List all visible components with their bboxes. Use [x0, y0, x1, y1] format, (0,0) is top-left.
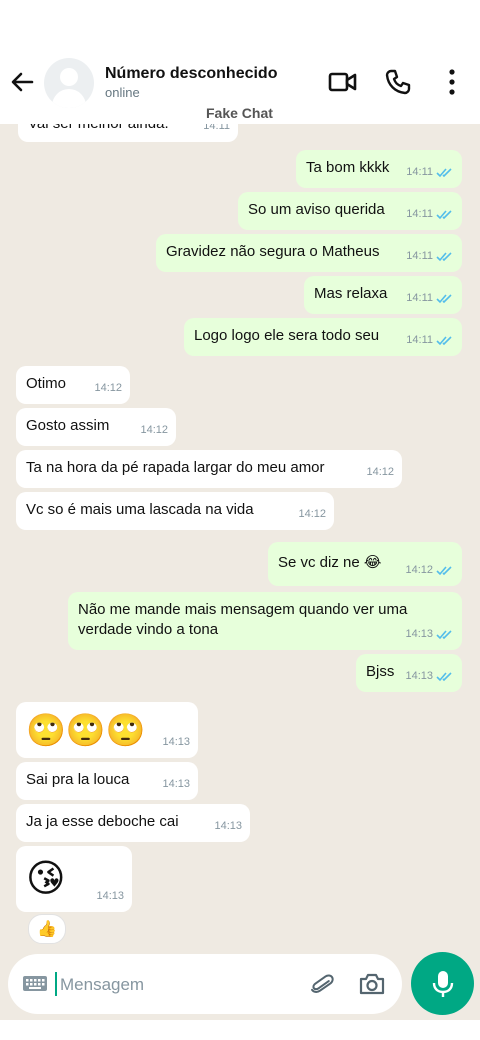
message-outgoing[interactable]: So um aviso querida 14:11 — [238, 192, 462, 230]
message-incoming[interactable]: Ja ja esse deboche cai 14:13 — [16, 804, 250, 842]
message-incoming[interactable]: Gosto assim 14:12 — [16, 408, 176, 446]
message-time: 14:12 — [94, 382, 122, 394]
mic-button[interactable] — [411, 952, 474, 1015]
composer: Mensagem — [0, 946, 480, 1026]
message-outgoing[interactable]: Ta bom kkkk 14:11 — [296, 150, 462, 188]
read-ticks-icon — [436, 251, 452, 261]
fake-chat-watermark: Fake Chat — [206, 105, 273, 121]
message-text: Gravidez não segura o Matheus — [166, 243, 380, 260]
keyboard-icon[interactable] — [22, 974, 48, 994]
message-emoji: 🙄🙄🙄 — [26, 711, 146, 749]
read-ticks-icon — [436, 293, 452, 303]
message-text: Ja ja esse deboche cai — [26, 813, 179, 830]
read-ticks-icon — [436, 565, 452, 575]
message-outgoing[interactable]: Logo logo ele sera todo seu 14:11 — [184, 318, 462, 356]
message-incoming[interactable]: 😘 14:13 — [16, 846, 132, 912]
message-text: Mas relaxa — [314, 285, 388, 302]
message-outgoing[interactable]: Se vc diz ne 😂 14:12 — [268, 542, 462, 586]
message-incoming[interactable]: 🙄🙄🙄 14:13 — [16, 702, 198, 758]
message-text: Vc so é mais uma lascada na vida — [26, 501, 254, 518]
message-time: 14:13 — [405, 670, 433, 682]
message-text-line2: verdade vindo a tona — [78, 621, 219, 638]
message-outgoing[interactable]: Bjss 14:13 — [356, 654, 462, 692]
message-time: 14:11 — [406, 292, 433, 304]
camera-icon[interactable] — [358, 971, 386, 997]
message-input[interactable]: Mensagem — [8, 954, 402, 1014]
message-time: 14:12 — [405, 564, 433, 576]
message-time: 14:11 — [203, 124, 230, 132]
message-incoming[interactable]: Otimo 14:12 — [16, 366, 130, 404]
message-text: Otimo — [26, 375, 67, 392]
message-incoming[interactable]: Vai ser melhor ainda. 14:11 — [18, 124, 238, 142]
system-nav-area — [0, 1020, 480, 1040]
message-incoming[interactable]: Ta na hora da pé rapada largar do meu am… — [16, 450, 402, 488]
back-arrow-icon[interactable] — [8, 66, 36, 98]
message-time: 14:12 — [366, 466, 394, 478]
message-text: Gosto assim — [26, 417, 110, 434]
avatar[interactable] — [44, 58, 94, 108]
read-ticks-icon — [436, 671, 452, 681]
message-time: 14:13 — [405, 628, 433, 640]
message-time: 14:13 — [162, 778, 190, 790]
message-time: 14:11 — [406, 250, 433, 262]
message-text: Ta bom kkkk — [306, 159, 390, 176]
message-time: 14:11 — [406, 166, 433, 178]
message-text: Vai ser melhor ainda. — [28, 124, 169, 132]
message-time: 14:12 — [298, 508, 326, 520]
message-text: Sai pra la louca — [26, 771, 130, 788]
message-list: Vai ser melhor ainda. 14:11 Ta bom kkkk … — [0, 124, 480, 1020]
mic-icon — [432, 971, 454, 997]
reaction-badge[interactable]: 👍 — [28, 914, 66, 944]
message-emoji: 😘 — [26, 856, 66, 900]
message-text: Se vc diz ne 😂 — [278, 554, 382, 571]
contact-name[interactable]: Número desconhecido — [105, 65, 277, 83]
message-time: 14:11 — [406, 334, 433, 346]
message-outgoing[interactable]: Gravidez não segura o Matheus 14:11 — [156, 234, 462, 272]
message-outgoing[interactable]: Não me mande mais mensagem quando ver um… — [68, 592, 462, 650]
message-incoming[interactable]: Sai pra la louca 14:13 — [16, 762, 198, 800]
message-incoming[interactable]: Vc so é mais uma lascada na vida 14:12 — [16, 492, 334, 530]
message-text: Bjss — [366, 663, 395, 680]
contact-status: online — [105, 85, 140, 100]
message-time: 14:12 — [140, 424, 168, 436]
message-time: 14:13 — [96, 890, 124, 902]
more-options-icon[interactable] — [444, 68, 460, 96]
message-time: 14:11 — [406, 208, 433, 220]
message-text: Não me mande mais mensagem quando ver um… — [78, 601, 408, 618]
message-time: 14:13 — [162, 736, 190, 748]
read-ticks-icon — [436, 335, 452, 345]
text-caret — [55, 972, 57, 996]
read-ticks-icon — [436, 209, 452, 219]
message-time: 14:13 — [214, 820, 242, 832]
message-placeholder: Mensagem — [60, 975, 145, 994]
message-text: So um aviso querida — [248, 201, 385, 218]
message-outgoing[interactable]: Mas relaxa 14:11 — [304, 276, 462, 314]
phone-icon[interactable] — [384, 68, 412, 96]
read-ticks-icon — [436, 629, 452, 639]
video-call-icon[interactable] — [328, 68, 358, 96]
attach-icon[interactable] — [308, 971, 336, 999]
message-text: Ta na hora da pé rapada largar do meu am… — [26, 459, 325, 476]
read-ticks-icon — [436, 167, 452, 177]
message-text: Logo logo ele sera todo seu — [194, 327, 380, 344]
